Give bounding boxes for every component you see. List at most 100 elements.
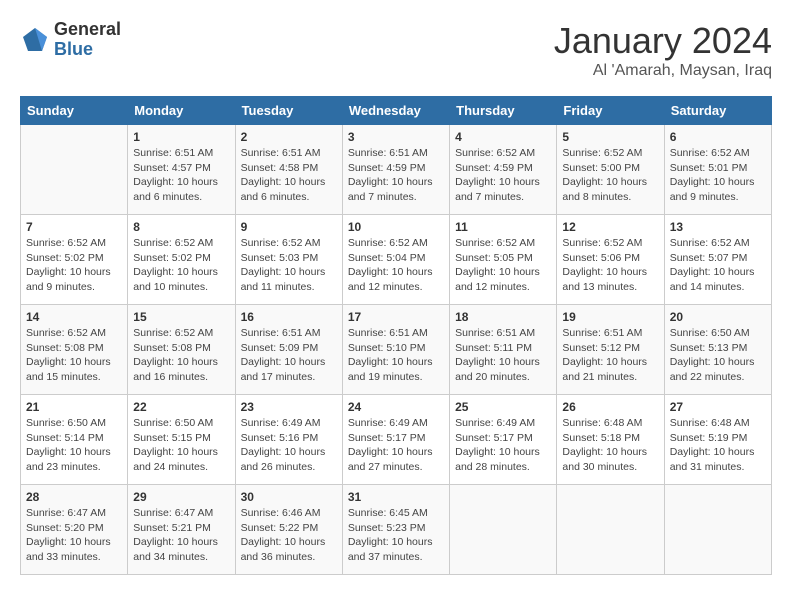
day-info: Sunrise: 6:52 AMSunset: 5:08 PMDaylight:… <box>133 326 229 385</box>
day-number: 14 <box>26 310 122 324</box>
day-number: 11 <box>455 220 551 234</box>
day-info: Sunrise: 6:45 AMSunset: 5:23 PMDaylight:… <box>348 506 444 565</box>
day-number: 28 <box>26 490 122 504</box>
day-number: 6 <box>670 130 766 144</box>
day-info: Sunrise: 6:48 AMSunset: 5:19 PMDaylight:… <box>670 416 766 475</box>
calendar-cell: 31 Sunrise: 6:45 AMSunset: 5:23 PMDayligh… <box>342 485 449 575</box>
calendar-cell: 9Sunrise: 6:52 AMSunset: 5:03 PMDaylight… <box>235 215 342 305</box>
day-info: Sunrise: 6:50 AMSunset: 5:13 PMDaylight:… <box>670 326 766 385</box>
calendar-cell: 21 Sunrise: 6:50 AMSunset: 5:14 PMDayligh… <box>21 395 128 485</box>
title-section: January 2024 Al 'Amarah, Maysan, Iraq <box>554 20 772 80</box>
calendar-cell: 1 Sunrise: 6:51 AMSunset: 4:57 PMDaylight… <box>128 125 235 215</box>
day-info: Sunrise: 6:52 AMSunset: 5:02 PMDaylight:… <box>26 236 122 295</box>
day-number: 29 <box>133 490 229 504</box>
calendar-cell <box>664 485 771 575</box>
day-info: Sunrise: 6:47 AMSunset: 5:21 PMDaylight:… <box>133 506 229 565</box>
day-info: Sunrise: 6:52 AMSunset: 5:06 PMDaylight:… <box>562 236 658 295</box>
day-number: 12 <box>562 220 658 234</box>
week-row-4: 21 Sunrise: 6:50 AMSunset: 5:14 PMDayligh… <box>21 395 772 485</box>
calendar-cell: 24 Sunrise: 6:49 AMSunset: 5:17 PMDayligh… <box>342 395 449 485</box>
calendar-cell <box>450 485 557 575</box>
calendar-cell: 30 Sunrise: 6:46 AMSunset: 5:22 PMDayligh… <box>235 485 342 575</box>
day-number: 1 <box>133 130 229 144</box>
day-number: 4 <box>455 130 551 144</box>
logo-blue-text: Blue <box>54 40 121 60</box>
day-info: Sunrise: 6:49 AMSunset: 5:17 PMDaylight:… <box>455 416 551 475</box>
calendar-cell: 6Sunrise: 6:52 AMSunset: 5:01 PMDaylight… <box>664 125 771 215</box>
week-row-5: 28 Sunrise: 6:47 AMSunset: 5:20 PMDayligh… <box>21 485 772 575</box>
day-number: 16 <box>241 310 337 324</box>
calendar-cell: 7 Sunrise: 6:52 AMSunset: 5:02 PMDaylight… <box>21 215 128 305</box>
day-info: Sunrise: 6:51 AMSunset: 5:11 PMDaylight:… <box>455 326 551 385</box>
calendar-body: 1 Sunrise: 6:51 AMSunset: 4:57 PMDaylight… <box>21 125 772 575</box>
column-header-thursday: Thursday <box>450 97 557 125</box>
day-info: Sunrise: 6:52 AMSunset: 5:02 PMDaylight:… <box>133 236 229 295</box>
day-number: 5 <box>562 130 658 144</box>
day-number: 13 <box>670 220 766 234</box>
day-info: Sunrise: 6:51 AMSunset: 5:09 PMDaylight:… <box>241 326 337 385</box>
day-number: 26 <box>562 400 658 414</box>
week-row-1: 1 Sunrise: 6:51 AMSunset: 4:57 PMDaylight… <box>21 125 772 215</box>
day-info: Sunrise: 6:49 AMSunset: 5:17 PMDaylight:… <box>348 416 444 475</box>
calendar-cell: 19Sunrise: 6:51 AMSunset: 5:12 PMDayligh… <box>557 305 664 395</box>
logo: General Blue <box>20 20 121 60</box>
calendar-cell: 27 Sunrise: 6:48 AMSunset: 5:19 PMDayligh… <box>664 395 771 485</box>
column-header-sunday: Sunday <box>21 97 128 125</box>
calendar-cell: 23Sunrise: 6:49 AMSunset: 5:16 PMDayligh… <box>235 395 342 485</box>
day-number: 18 <box>455 310 551 324</box>
calendar-cell: 12 Sunrise: 6:52 AMSunset: 5:06 PMDayligh… <box>557 215 664 305</box>
calendar-cell: 16 Sunrise: 6:51 AMSunset: 5:09 PMDayligh… <box>235 305 342 395</box>
week-row-2: 7 Sunrise: 6:52 AMSunset: 5:02 PMDaylight… <box>21 215 772 305</box>
calendar-cell: 26 Sunrise: 6:48 AMSunset: 5:18 PMDayligh… <box>557 395 664 485</box>
logo-icon <box>20 25 50 55</box>
day-number: 24 <box>348 400 444 414</box>
calendar-header-row: SundayMondayTuesdayWednesdayThursdayFrid… <box>21 97 772 125</box>
calendar-cell <box>21 125 128 215</box>
calendar-cell: 20Sunrise: 6:50 AMSunset: 5:13 PMDayligh… <box>664 305 771 395</box>
day-info: Sunrise: 6:47 AMSunset: 5:20 PMDaylight:… <box>26 506 122 565</box>
day-info: Sunrise: 6:50 AMSunset: 5:15 PMDaylight:… <box>133 416 229 475</box>
column-header-friday: Friday <box>557 97 664 125</box>
calendar-cell: 18 Sunrise: 6:51 AMSunset: 5:11 PMDayligh… <box>450 305 557 395</box>
day-info: Sunrise: 6:49 AMSunset: 5:16 PMDaylight:… <box>241 416 337 475</box>
day-number: 10 <box>348 220 444 234</box>
calendar-cell: 28 Sunrise: 6:47 AMSunset: 5:20 PMDayligh… <box>21 485 128 575</box>
day-number: 15 <box>133 310 229 324</box>
calendar-subtitle: Al 'Amarah, Maysan, Iraq <box>554 62 772 80</box>
page-header: General Blue January 2024 Al 'Amarah, Ma… <box>20 20 772 80</box>
column-header-monday: Monday <box>128 97 235 125</box>
day-number: 30 <box>241 490 337 504</box>
column-header-wednesday: Wednesday <box>342 97 449 125</box>
calendar-cell: 3 Sunrise: 6:51 AMSunset: 4:59 PMDaylight… <box>342 125 449 215</box>
day-info: Sunrise: 6:52 AMSunset: 5:08 PMDaylight:… <box>26 326 122 385</box>
calendar-cell: 15 Sunrise: 6:52 AMSunset: 5:08 PMDayligh… <box>128 305 235 395</box>
day-info: Sunrise: 6:48 AMSunset: 5:18 PMDaylight:… <box>562 416 658 475</box>
day-info: Sunrise: 6:50 AMSunset: 5:14 PMDaylight:… <box>26 416 122 475</box>
calendar-cell: 17Sunrise: 6:51 AMSunset: 5:10 PMDayligh… <box>342 305 449 395</box>
day-number: 27 <box>670 400 766 414</box>
calendar-cell <box>557 485 664 575</box>
calendar-cell: 11 Sunrise: 6:52 AMSunset: 5:05 PMDayligh… <box>450 215 557 305</box>
calendar-cell: 25 Sunrise: 6:49 AMSunset: 5:17 PMDayligh… <box>450 395 557 485</box>
day-info: Sunrise: 6:46 AMSunset: 5:22 PMDaylight:… <box>241 506 337 565</box>
calendar-title: January 2024 <box>554 20 772 62</box>
day-info: Sunrise: 6:51 AMSunset: 4:57 PMDaylight:… <box>133 146 229 205</box>
day-number: 7 <box>26 220 122 234</box>
day-info: Sunrise: 6:52 AMSunset: 5:00 PMDaylight:… <box>562 146 658 205</box>
day-number: 19 <box>562 310 658 324</box>
day-info: Sunrise: 6:52 AMSunset: 5:05 PMDaylight:… <box>455 236 551 295</box>
calendar-cell: 2Sunrise: 6:51 AMSunset: 4:58 PMDaylight… <box>235 125 342 215</box>
day-number: 3 <box>348 130 444 144</box>
week-row-3: 14 Sunrise: 6:52 AMSunset: 5:08 PMDayligh… <box>21 305 772 395</box>
day-number: 31 <box>348 490 444 504</box>
logo-general-text: General <box>54 20 121 40</box>
calendar-cell: 22Sunrise: 6:50 AMSunset: 5:15 PMDayligh… <box>128 395 235 485</box>
day-number: 2 <box>241 130 337 144</box>
day-number: 25 <box>455 400 551 414</box>
day-info: Sunrise: 6:51 AMSunset: 4:59 PMDaylight:… <box>348 146 444 205</box>
column-header-tuesday: Tuesday <box>235 97 342 125</box>
day-number: 21 <box>26 400 122 414</box>
calendar-cell: 13Sunrise: 6:52 AMSunset: 5:07 PMDayligh… <box>664 215 771 305</box>
calendar-cell: 8Sunrise: 6:52 AMSunset: 5:02 PMDaylight… <box>128 215 235 305</box>
calendar-cell: 29 Sunrise: 6:47 AMSunset: 5:21 PMDayligh… <box>128 485 235 575</box>
